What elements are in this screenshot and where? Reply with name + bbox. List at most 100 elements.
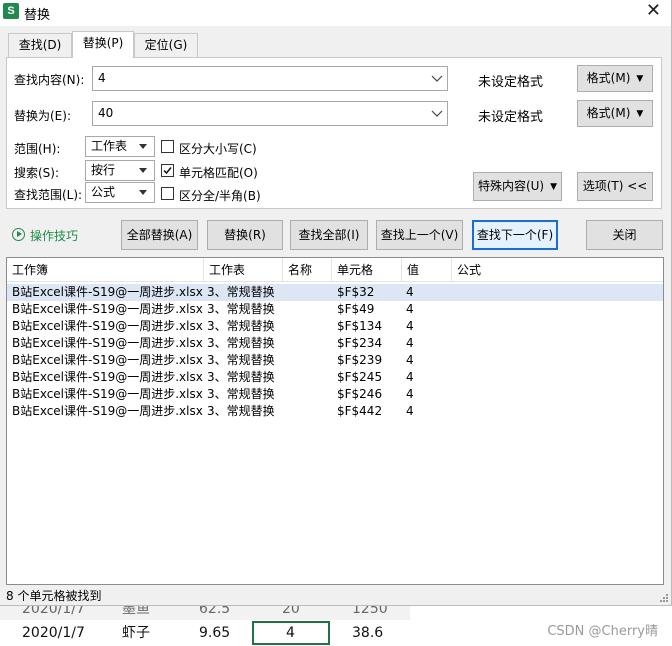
tips-link[interactable]: 操作技巧 bbox=[30, 227, 78, 244]
cell-address: $F$245 bbox=[337, 370, 383, 384]
cell-workbook: B站Excel课件-S19@一周进步.xlsx bbox=[12, 302, 203, 316]
scope-label: 范围(H): bbox=[14, 142, 61, 156]
replace-label: 替换为(E): bbox=[14, 109, 71, 123]
cell-sheet: 3、常规替换 bbox=[207, 404, 275, 418]
cell-address: $F$134 bbox=[337, 319, 383, 333]
column-header-sheet[interactable]: 工作表 bbox=[204, 258, 283, 282]
cell-address: $F$32 bbox=[337, 285, 375, 299]
lookin-select[interactable]: 公式 bbox=[85, 182, 155, 203]
special-content-button[interactable]: 特殊内容(U) ▼ bbox=[473, 172, 562, 201]
tab-goto[interactable]: 定位(G) bbox=[134, 33, 198, 57]
cell-sheet: 3、常规替换 bbox=[207, 336, 275, 350]
find-replace-dialog: S 替换 ✕ 查找(D) 替换(P) 定位(G) 查找内容(N): 4 未设定格… bbox=[0, 0, 672, 606]
watermark: CSDN @Cherry晴 bbox=[547, 624, 658, 639]
close-icon[interactable]: ✕ bbox=[646, 1, 661, 21]
replace-button[interactable]: 替换(R) bbox=[207, 220, 283, 250]
table-row[interactable]: B站Excel课件-S19@一周进步.xlsx 3、常规替换 $F$245 4 bbox=[7, 369, 663, 386]
find-previous-button[interactable]: 查找上一个(V) bbox=[376, 220, 463, 250]
find-format-button[interactable]: 格式(M) ▼ bbox=[577, 65, 653, 92]
replace-format-status: 未设定格式 bbox=[478, 110, 544, 125]
find-next-button[interactable]: 查找下一个(F) bbox=[472, 220, 558, 250]
cell-value: 4 bbox=[406, 387, 414, 401]
lookin-value: 公式 bbox=[91, 185, 116, 199]
sheet-cell-total: 38.6 bbox=[352, 625, 384, 641]
match-cell-label: 单元格匹配(O) bbox=[179, 166, 258, 180]
match-case-label: 区分大小写(C) bbox=[179, 142, 257, 156]
search-select[interactable]: 按行 bbox=[85, 160, 155, 181]
replace-value: 40 bbox=[98, 106, 114, 120]
dropdown-triangle-icon bbox=[138, 183, 150, 202]
cell-workbook: B站Excel课件-S19@一周进步.xlsx bbox=[12, 336, 203, 350]
cell-value: 4 bbox=[406, 370, 414, 384]
tab-find[interactable]: 查找(D) bbox=[8, 33, 72, 57]
cell-workbook: B站Excel课件-S19@一周进步.xlsx bbox=[12, 285, 203, 299]
replace-input[interactable]: 40 bbox=[92, 101, 448, 126]
cell-sheet: 3、常规替换 bbox=[207, 302, 275, 316]
table-row[interactable]: B站Excel课件-S19@一周进步.xlsx 3、常规替换 $F$234 4 bbox=[7, 335, 663, 352]
replace-format-button[interactable]: 格式(M) ▼ bbox=[577, 100, 653, 127]
search-value: 按行 bbox=[91, 163, 116, 177]
column-header-cell[interactable]: 单元格 bbox=[332, 258, 402, 282]
scope-select[interactable]: 工作表 bbox=[85, 136, 155, 157]
find-label: 查找内容(N): bbox=[14, 73, 85, 87]
cell-sheet: 3、常规替换 bbox=[207, 353, 275, 367]
cell-workbook: B站Excel课件-S19@一周进步.xlsx bbox=[12, 353, 203, 367]
play-circle-icon[interactable] bbox=[12, 228, 25, 241]
replace-all-button[interactable]: 全部替换(A) bbox=[121, 220, 198, 250]
lookin-label: 查找范围(L): bbox=[14, 188, 83, 202]
match-width-label: 区分全/半角(B) bbox=[179, 189, 261, 203]
cell-sheet: 3、常规替换 bbox=[207, 370, 275, 384]
window-title: 替换 bbox=[24, 8, 51, 23]
check-icon bbox=[163, 167, 172, 175]
cell-value: 4 bbox=[406, 285, 414, 299]
cell-sheet: 3、常规替换 bbox=[207, 319, 275, 333]
title-bar: S 替换 ✕ bbox=[0, 0, 671, 26]
app-logo-icon: S bbox=[3, 3, 19, 19]
table-row[interactable]: B站Excel课件-S19@一周进步.xlsx 3、常规替换 $F$32 4 bbox=[7, 284, 663, 301]
column-header-value[interactable]: 值 bbox=[402, 258, 452, 282]
column-header-workbook[interactable]: 工作簿 bbox=[7, 258, 204, 282]
special-content-button-label: 特殊内容(U) bbox=[477, 179, 545, 193]
cell-sheet: 3、常规替换 bbox=[207, 285, 275, 299]
sheet-cell-date: 2020/1/7 bbox=[22, 625, 85, 641]
find-format-status: 未设定格式 bbox=[478, 75, 544, 90]
search-label: 搜索(S): bbox=[14, 166, 60, 180]
cell-value: 4 bbox=[406, 319, 414, 333]
find-input[interactable]: 4 bbox=[92, 66, 448, 91]
cell-workbook: B站Excel课件-S19@一周进步.xlsx bbox=[12, 404, 203, 418]
table-row[interactable]: B站Excel课件-S19@一周进步.xlsx 3、常规替换 $F$134 4 bbox=[7, 318, 663, 335]
table-row[interactable]: B站Excel课件-S19@一周进步.xlsx 3、常规替换 $F$239 4 bbox=[7, 352, 663, 369]
match-width-checkbox[interactable] bbox=[161, 187, 174, 200]
cell-address: $F$239 bbox=[337, 353, 383, 367]
cell-sheet: 3、常规替换 bbox=[207, 387, 275, 401]
cell-workbook: B站Excel课件-S19@一周进步.xlsx bbox=[12, 319, 203, 333]
match-cell-checkbox[interactable] bbox=[161, 164, 174, 177]
match-case-checkbox[interactable] bbox=[161, 140, 174, 153]
table-row[interactable]: B站Excel课件-S19@一周进步.xlsx 3、常规替换 $F$442 4 bbox=[7, 403, 663, 420]
table-row[interactable]: B站Excel课件-S19@一周进步.xlsx 3、常规替换 $F$49 4 bbox=[7, 301, 663, 318]
dropdown-triangle-icon: ▼ bbox=[636, 109, 644, 119]
scope-value: 工作表 bbox=[91, 139, 128, 153]
cell-value: 4 bbox=[406, 353, 414, 367]
column-header-name[interactable]: 名称 bbox=[283, 258, 332, 282]
replace-format-button-label: 格式(M) bbox=[586, 106, 631, 120]
cell-address: $F$442 bbox=[337, 404, 383, 418]
cell-value: 4 bbox=[406, 404, 414, 418]
resize-grip-icon[interactable] bbox=[659, 593, 669, 603]
dropdown-triangle-icon: ▼ bbox=[550, 182, 558, 192]
chevron-down-icon[interactable] bbox=[431, 102, 443, 125]
find-value: 4 bbox=[98, 71, 106, 85]
cell-workbook: B站Excel课件-S19@一周进步.xlsx bbox=[12, 387, 203, 401]
cell-value: 4 bbox=[406, 336, 414, 350]
sheet-cell-item: 虾子 bbox=[122, 625, 150, 641]
table-row[interactable]: B站Excel课件-S19@一周进步.xlsx 3、常规替换 $F$246 4 bbox=[7, 386, 663, 403]
cell-workbook: B站Excel课件-S19@一周进步.xlsx bbox=[12, 370, 203, 384]
active-cell-outline bbox=[252, 621, 330, 645]
options-toggle-button[interactable]: 选项(T) << bbox=[577, 172, 653, 201]
results-table: 工作簿 工作表 名称 单元格 值 公式 B站Excel课件-S19@一周进步.x… bbox=[6, 257, 664, 585]
chevron-down-icon[interactable] bbox=[431, 67, 443, 90]
find-all-button[interactable]: 查找全部(I) bbox=[290, 220, 368, 250]
column-header-formula[interactable]: 公式 bbox=[452, 258, 663, 282]
close-button[interactable]: 关闭 bbox=[586, 220, 663, 250]
tab-replace[interactable]: 替换(P) bbox=[72, 31, 134, 58]
